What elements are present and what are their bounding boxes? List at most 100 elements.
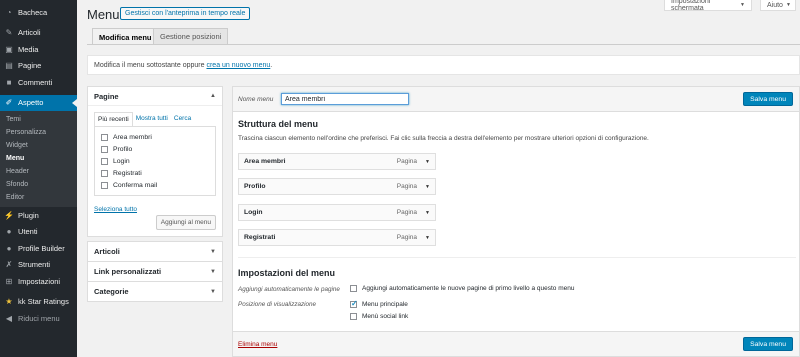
checkbox[interactable] <box>101 145 108 153</box>
sidebar-item-commenti[interactable]: ■ Commenti <box>0 74 77 91</box>
menu-item[interactable]: Area membri Pagina ▼ <box>238 153 436 170</box>
sidebar-item-plugin[interactable]: ⚡ Plugin <box>0 207 77 224</box>
checkbox[interactable] <box>101 181 108 189</box>
save-menu-button-footer[interactable]: Salva menu <box>743 337 793 351</box>
aspetto-submenu: Temi Personalizza Widget Menu Header Sfo… <box>0 111 77 207</box>
sidebar-item-label: Media <box>18 44 39 54</box>
help-button[interactable]: Aiuto ▼ <box>760 0 796 11</box>
submenu-item-menu[interactable]: Menu <box>0 152 77 165</box>
create-menu-link[interactable]: crea un nuovo menu <box>206 62 270 69</box>
submenu-item-temi[interactable]: Temi <box>0 113 77 126</box>
list-item[interactable]: Conferma mail <box>101 179 209 191</box>
expand-arrow-icon[interactable]: ▼ <box>425 184 430 190</box>
page-icon: ▤ <box>5 61 13 71</box>
social-menu-checkbox[interactable] <box>350 313 357 320</box>
sidebar-item-label: Pagine <box>18 61 42 71</box>
live-preview-button[interactable]: Gestisci con l'anteprima in tempo reale <box>120 7 251 20</box>
location-option[interactable]: Menu principale <box>350 299 408 308</box>
menu-name-input[interactable] <box>281 93 409 105</box>
menu-item[interactable]: Registrati Pagina ▼ <box>238 229 436 246</box>
collapse-menu-button[interactable]: ◀ Riduci menu <box>0 310 77 327</box>
tabs-divider <box>87 44 800 45</box>
sidebar-item-utenti[interactable]: ● Utenti <box>0 224 77 241</box>
sidebar-item-label: Bacheca <box>18 7 48 17</box>
sidebar-item-media[interactable]: ▣ Media <box>0 41 77 58</box>
menu-item-title: Registrati <box>244 234 276 241</box>
location-option-label: Menù social link <box>362 313 409 320</box>
list-item[interactable]: Login <box>101 155 209 167</box>
sidebar-item-strumenti[interactable]: ✗ Strumenti <box>0 257 77 274</box>
add-items-panel: Pagine ▲ Più recenti Mostra tutti Cerca … <box>87 86 223 302</box>
screen-options-button[interactable]: Impostazioni schermata ▼ <box>664 0 752 12</box>
menu-settings-title: Impostazioni del menu <box>238 268 336 278</box>
list-item-label: Conferma mail <box>113 181 158 189</box>
subtab-show-all[interactable]: Mostra tutti <box>133 112 171 126</box>
pages-section-header[interactable]: Pagine ▲ <box>88 87 222 106</box>
menu-item-type: Pagina <box>396 234 418 241</box>
chevron-down-icon: ▼ <box>740 2 745 8</box>
menu-item[interactable]: Login Pagina ▼ <box>238 204 436 221</box>
subtab-search[interactable]: Cerca <box>171 112 194 126</box>
submenu-item-editor[interactable]: Editor <box>0 191 77 204</box>
chevron-down-icon: ▼ <box>785 2 791 8</box>
sidebar-item-label: Commenti <box>18 77 53 87</box>
menu-item-title: Area membri <box>244 158 286 165</box>
save-menu-button[interactable]: Salva menu <box>743 92 793 106</box>
sidebar-item-articoli[interactable]: ✎ Articoli <box>0 25 77 42</box>
delete-menu-link[interactable]: Elimina menu <box>238 341 277 348</box>
sidebar-item-label: Plugin <box>18 210 39 220</box>
wrench-icon: ✗ <box>5 260 13 270</box>
expand-arrow-icon[interactable]: ▼ <box>425 235 430 241</box>
auto-add-option[interactable]: Aggiungi automaticamente le nuove pagine… <box>350 285 574 292</box>
menu-structure-title: Struttura del menu <box>238 119 319 129</box>
admin-sidebar: ◔ Bacheca ✎ Articoli ▣ Media ▤ Pagine ■ … <box>0 0 77 357</box>
list-item[interactable]: Profilo <box>101 143 209 155</box>
menu-name-label: Nome menu <box>238 96 274 103</box>
location-option[interactable]: Menù social link <box>350 313 408 320</box>
notice-text: Modifica il menu sottostante oppure <box>94 61 205 69</box>
tab-modifica-menu[interactable]: Modifica menu <box>92 28 159 45</box>
list-item[interactable]: Registrati <box>101 167 209 179</box>
submenu-item-personalizza[interactable]: Personalizza <box>0 126 77 139</box>
pin-icon: ✎ <box>5 28 13 38</box>
menu-item[interactable]: Profilo Pagina ▼ <box>238 178 436 195</box>
sidebar-item-profile-builder[interactable]: ● Profile Builder <box>0 240 77 257</box>
auto-add-option-label: Aggiungi automaticamente le nuove pagine… <box>362 285 575 292</box>
submenu-item-widget[interactable]: Widget <box>0 139 77 152</box>
checkbox[interactable] <box>101 169 108 177</box>
select-all-link[interactable]: Seleziona tutto <box>94 206 137 213</box>
star-icon: ★ <box>5 297 13 307</box>
articoli-section-header[interactable]: Articoli ▼ <box>88 242 222 261</box>
list-item-label: Profilo <box>113 145 133 153</box>
add-to-menu-button[interactable]: Aggiungi al menu <box>155 215 216 230</box>
checkbox[interactable] <box>101 133 108 141</box>
menu-item-title: Login <box>244 209 263 216</box>
tab-gestione-posizioni[interactable]: Gestione posizioni <box>153 28 229 44</box>
menu-item-title: Profilo <box>244 183 266 190</box>
auto-add-checkbox[interactable] <box>350 285 357 292</box>
submenu-item-sfondo[interactable]: Sfondo <box>0 178 77 191</box>
sidebar-item-bacheca[interactable]: ◔ Bacheca <box>0 4 77 21</box>
sidebar-item-label: Profile Builder <box>18 243 65 253</box>
categories-section-header[interactable]: Categorie ▼ <box>88 282 222 301</box>
menu-editor-footer: Elimina menu Salva menu <box>233 331 799 356</box>
menu-editor-header: Nome menu Salva menu <box>233 87 799 112</box>
sidebar-item-impostazioni[interactable]: ⊞ Impostazioni <box>0 273 77 290</box>
subtab-recent[interactable]: Più recenti <box>94 112 133 126</box>
primary-menu-checkbox[interactable] <box>350 299 358 308</box>
sidebar-item-aspetto[interactable]: ✐ Aspetto <box>0 94 77 111</box>
custom-links-section-header[interactable]: Link personalizzati ▼ <box>88 262 222 281</box>
pages-section: Pagine ▲ Più recenti Mostra tutti Cerca … <box>87 86 223 237</box>
custom-links-section: Link personalizzati ▼ <box>87 262 223 282</box>
sidebar-item-pagine[interactable]: ▤ Pagine <box>0 58 77 75</box>
expand-arrow-icon[interactable]: ▼ <box>425 210 430 216</box>
display-location-label: Posizione di visualizzazione <box>238 301 317 308</box>
sidebar-item-kk-star-ratings[interactable]: ★ kk Star Ratings <box>0 294 77 311</box>
expand-arrow-icon[interactable]: ▼ <box>425 159 430 165</box>
section-title: Link personalizzati <box>94 267 162 276</box>
submenu-item-header[interactable]: Header <box>0 165 77 178</box>
sidebar-item-label: Riduci menu <box>18 313 60 323</box>
checkbox[interactable] <box>101 157 108 165</box>
media-icon: ▣ <box>5 44 13 54</box>
list-item[interactable]: Area membri <box>101 131 209 143</box>
